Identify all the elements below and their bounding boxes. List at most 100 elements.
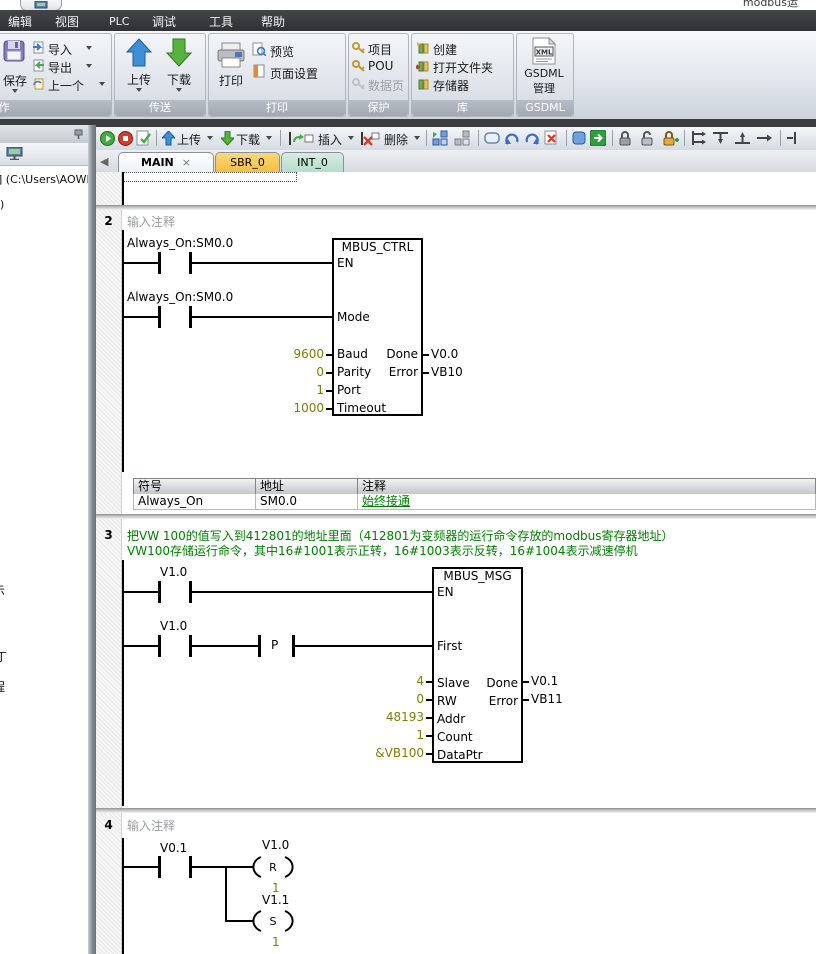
param-value[interactable]: 9600 bbox=[238, 347, 324, 361]
ribbon-download-button[interactable]: 下载 bbox=[161, 71, 197, 88]
edge-contact-bar[interactable] bbox=[258, 635, 261, 657]
toolbar-upload-button[interactable]: 上传 bbox=[177, 131, 201, 148]
network3-comment-line2[interactable]: VW100存储运行命令，其中16#1001表示正转，16#1003表示反转，16… bbox=[127, 542, 638, 559]
tree-item-fragment[interactable]: 程 bbox=[0, 678, 5, 695]
param-value[interactable]: 1 bbox=[338, 728, 424, 742]
contact-operand[interactable]: V0.1 bbox=[160, 841, 187, 855]
unlock-icon[interactable] bbox=[640, 130, 654, 146]
tab-main[interactable]: MAIN× bbox=[118, 152, 214, 173]
toolbar-download-button[interactable]: 下载 bbox=[236, 131, 260, 148]
network2-comment[interactable]: 输入注释 bbox=[127, 213, 175, 230]
print-button[interactable]: 打印 bbox=[214, 72, 248, 89]
panel-splitter[interactable] bbox=[88, 125, 96, 954]
set-coil[interactable]: S bbox=[250, 909, 296, 933]
import-caret-icon[interactable] bbox=[86, 46, 92, 50]
protect-pou-button[interactable]: POU bbox=[368, 59, 393, 73]
quick-access-toolbar[interactable] bbox=[20, 0, 62, 10]
lock-icon[interactable] bbox=[618, 130, 632, 146]
export-caret-icon[interactable] bbox=[86, 64, 92, 68]
pou-network-icon[interactable] bbox=[432, 130, 449, 147]
tree-item-fragment[interactable]: ) bbox=[0, 198, 4, 211]
delete-row-icon[interactable] bbox=[360, 131, 380, 146]
tab-sbr0[interactable]: SBR_0 bbox=[215, 152, 280, 173]
previous-caret-icon[interactable] bbox=[99, 82, 105, 86]
undo-icon[interactable] bbox=[504, 131, 520, 145]
menu-plc[interactable]: PLC bbox=[109, 15, 129, 28]
clear-icon[interactable] bbox=[544, 130, 559, 146]
lock-add-icon[interactable] bbox=[662, 130, 679, 146]
reset-coil[interactable]: R bbox=[250, 855, 296, 879]
preview-button[interactable]: 预览 bbox=[270, 43, 294, 60]
contact-operand[interactable]: V1.0 bbox=[160, 619, 187, 633]
redo-icon[interactable] bbox=[524, 131, 540, 145]
contact-bar[interactable] bbox=[158, 252, 161, 274]
project-path-item[interactable]: ] (C:\Users\AOWID bbox=[0, 173, 88, 186]
ribbon-download-caret-icon[interactable] bbox=[176, 88, 182, 92]
branch-merge-icon[interactable] bbox=[712, 130, 729, 146]
contact-bar[interactable] bbox=[158, 856, 161, 878]
menu-debug[interactable]: 调试 bbox=[152, 13, 176, 30]
output-operand[interactable]: VB11 bbox=[531, 692, 563, 706]
save-caret-icon[interactable] bbox=[12, 89, 18, 93]
contact-bar[interactable] bbox=[158, 635, 161, 657]
printer-icon[interactable] bbox=[216, 42, 246, 68]
output-operand[interactable]: V0.1 bbox=[531, 674, 558, 688]
mbus-msg-block[interactable]: MBUS_MSG EN First Slave RW Addr Count Da… bbox=[432, 567, 523, 763]
edge-contact-label[interactable]: P bbox=[271, 638, 278, 652]
coil-operand[interactable]: V1.1 bbox=[262, 893, 289, 907]
compile-icon[interactable] bbox=[136, 130, 151, 146]
previous-button[interactable]: 上一个 bbox=[48, 77, 84, 94]
upload-arrow-icon[interactable] bbox=[126, 38, 152, 68]
ribbon-upload-button[interactable]: 上传 bbox=[121, 71, 157, 88]
mbus-ctrl-block[interactable]: MBUS_CTRL EN Mode Baud Parity Port Timeo… bbox=[332, 238, 423, 416]
menu-tools[interactable]: 工具 bbox=[209, 13, 233, 30]
insert-row-icon[interactable] bbox=[288, 131, 314, 146]
contact-bar[interactable] bbox=[158, 581, 161, 603]
param-value[interactable]: 1 bbox=[238, 383, 324, 397]
coil-operand[interactable]: V1.0 bbox=[262, 838, 289, 852]
delete-caret-icon[interactable] bbox=[414, 136, 420, 140]
run-icon[interactable] bbox=[100, 131, 115, 146]
symbol-table-cell[interactable]: SM0.0 bbox=[255, 494, 358, 510]
param-value[interactable]: &VB100 bbox=[338, 746, 424, 760]
branch-down-icon[interactable] bbox=[690, 130, 707, 146]
menu-edit[interactable]: 编辑 bbox=[8, 13, 32, 30]
param-value[interactable]: 1000 bbox=[238, 401, 324, 415]
param-value[interactable]: 0 bbox=[238, 365, 324, 379]
stop-icon[interactable] bbox=[118, 131, 133, 146]
toolbar-upload-caret-icon[interactable] bbox=[207, 136, 213, 140]
output-operand[interactable]: V0.0 bbox=[431, 347, 458, 361]
menu-help[interactable]: 帮助 bbox=[261, 13, 285, 30]
pin-icon[interactable] bbox=[74, 129, 83, 140]
tree-item-fragment[interactable]: 示 bbox=[0, 582, 5, 599]
xml-file-icon[interactable]: XML bbox=[531, 37, 557, 65]
ribbon-upload-caret-icon[interactable] bbox=[136, 88, 142, 92]
tab-scroll-left-icon[interactable]: ◀ bbox=[100, 155, 108, 168]
param-value[interactable]: 0 bbox=[338, 692, 424, 706]
contact-operand[interactable]: Always_On:SM0.0 bbox=[127, 290, 233, 304]
contact-element-icon[interactable] bbox=[786, 130, 803, 146]
go-to-icon[interactable] bbox=[590, 130, 606, 146]
param-value[interactable]: 48193 bbox=[338, 710, 424, 724]
output-operand[interactable]: VB10 bbox=[431, 365, 463, 379]
download-arrow-icon[interactable] bbox=[166, 38, 192, 68]
status-icon[interactable] bbox=[572, 131, 586, 145]
library-memory-button[interactable]: 存储器 bbox=[433, 77, 469, 94]
save-icon[interactable] bbox=[3, 40, 25, 62]
cpu-monitor-icon[interactable] bbox=[6, 147, 23, 160]
contact-bar[interactable] bbox=[158, 306, 161, 328]
network4-comment[interactable]: 输入注释 bbox=[127, 817, 175, 834]
toolbar-download-caret-icon[interactable] bbox=[266, 136, 272, 140]
toolbar-download-icon[interactable] bbox=[221, 131, 234, 146]
contact-operand[interactable]: V1.0 bbox=[160, 565, 187, 579]
tab-int0[interactable]: INT_0 bbox=[281, 152, 344, 173]
gsdml-manage-button-line2[interactable]: 管理 bbox=[516, 80, 572, 96]
contact-operand[interactable]: Always_On:SM0.0 bbox=[127, 236, 233, 250]
tree-item-fragment[interactable]: 丁 bbox=[0, 648, 7, 665]
library-create-button[interactable]: 创建 bbox=[433, 41, 457, 58]
page-setup-button[interactable]: 页面设置 bbox=[270, 65, 318, 82]
import-button[interactable]: 导入 bbox=[48, 41, 72, 58]
pou-network-gray-icon[interactable] bbox=[454, 130, 471, 147]
tab-close-icon[interactable]: × bbox=[182, 156, 191, 169]
export-button[interactable]: 导出 bbox=[48, 59, 72, 76]
